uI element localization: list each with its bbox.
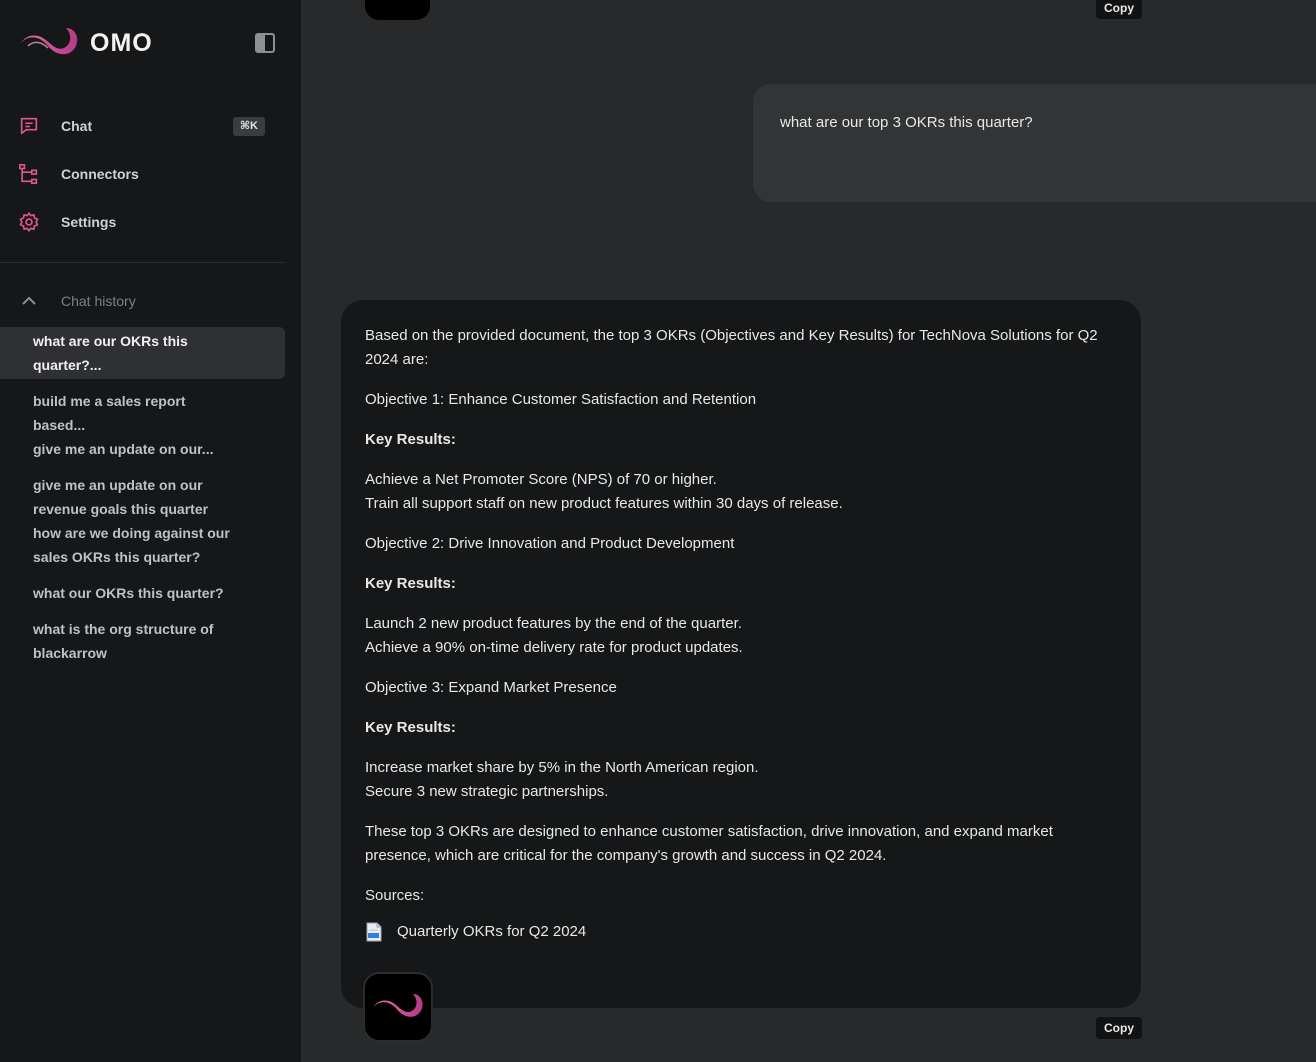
history-item[interactable]: build me a sales report based... bbox=[0, 387, 285, 439]
sidebar: OMO Chat ⌘K Connectors Settings Chat his… bbox=[0, 0, 301, 1062]
user-message-text: what are our top 3 OKRs this quarter? bbox=[780, 114, 1033, 131]
chat-area: Copy what are our top 3 OKRs this quarte… bbox=[301, 0, 1316, 1062]
key-result: Achieve a 90% on-time delivery rate for … bbox=[365, 639, 743, 656]
brand-name: OMO bbox=[90, 28, 153, 57]
assistant-avatar bbox=[365, 0, 430, 20]
gear-icon bbox=[19, 211, 39, 233]
key-results-list: Achieve a Net Promoter Score (NPS) of 70… bbox=[365, 468, 1117, 516]
source-document-title: Quarterly OKRs for Q2 2024 bbox=[397, 923, 587, 940]
assistant-avatar bbox=[363, 972, 433, 1042]
objective-1: Objective 1: Enhance Customer Satisfacti… bbox=[365, 391, 757, 408]
answer-intro: Based on the provided document, the top … bbox=[365, 327, 1098, 368]
key-result: Secure 3 new strategic partnerships. bbox=[365, 783, 609, 800]
history-item-label: give me an update on our... bbox=[33, 441, 214, 457]
key-result: Train all support staff on new product f… bbox=[365, 495, 843, 512]
key-results-list: Increase market share by 5% in the North… bbox=[365, 756, 1117, 804]
sidebar-collapse-icon[interactable] bbox=[255, 33, 275, 53]
document-icon bbox=[366, 922, 382, 942]
history-item-label: build me a sales report based... bbox=[33, 393, 186, 433]
user-message: what are our top 3 OKRs this quarter? bbox=[753, 84, 1316, 202]
history-item[interactable]: what our OKRs this quarter? bbox=[0, 579, 285, 607]
copy-button[interactable]: Copy bbox=[1096, 0, 1142, 19]
history-item[interactable]: what are our OKRs this quarter?... bbox=[0, 327, 285, 379]
history-item[interactable]: give me an update on our... bbox=[0, 435, 285, 463]
chat-history-toggle[interactable]: Chat history bbox=[20, 292, 136, 310]
history-item-label: give me an update on our revenue goals t… bbox=[33, 477, 209, 517]
nav-chat-label: Chat bbox=[61, 118, 93, 134]
history-item[interactable]: what is the org structure of blackarrow bbox=[0, 615, 285, 667]
sidebar-divider bbox=[0, 262, 285, 263]
history-item[interactable]: give me an update on our revenue goals t… bbox=[0, 471, 285, 523]
omo-logo-icon bbox=[372, 993, 423, 1017]
history-item-label: how are we doing against our sales OKRs … bbox=[33, 525, 230, 565]
objective-3: Objective 3: Expand Market Presence bbox=[365, 679, 617, 696]
key-results-heading: Key Results: bbox=[365, 431, 456, 448]
history-item[interactable]: how are we doing against our sales OKRs … bbox=[0, 519, 285, 571]
connectors-icon bbox=[19, 164, 38, 184]
assistant-message: Based on the provided document, the top … bbox=[341, 300, 1141, 1008]
chevron-up-icon bbox=[22, 296, 36, 305]
answer-conclusion: These top 3 OKRs are designed to enhance… bbox=[365, 823, 1053, 864]
nav-settings[interactable]: Settings bbox=[18, 207, 268, 237]
nav-connectors[interactable]: Connectors bbox=[18, 159, 268, 189]
objective-2: Objective 2: Drive Innovation and Produc… bbox=[365, 535, 735, 552]
chat-icon bbox=[20, 117, 38, 135]
history-item-label: what our OKRs this quarter? bbox=[33, 585, 224, 601]
copy-button[interactable]: Copy bbox=[1096, 1017, 1142, 1039]
history-item-label: what are our OKRs this quarter?... bbox=[33, 333, 188, 373]
brand[interactable]: OMO bbox=[18, 24, 153, 62]
chat-shortcut-badge: ⌘K bbox=[232, 117, 265, 136]
app-window: OMO Chat ⌘K Connectors Settings Chat his… bbox=[0, 0, 1316, 1062]
sources-label: Sources: bbox=[365, 887, 425, 904]
key-results-list: Launch 2 new product features by the end… bbox=[365, 612, 1117, 660]
nav-chat[interactable]: Chat ⌘K bbox=[18, 111, 268, 141]
key-result: Launch 2 new product features by the end… bbox=[365, 615, 742, 632]
nav-connectors-label: Connectors bbox=[61, 166, 139, 182]
key-result: Achieve a Net Promoter Score (NPS) of 70… bbox=[365, 471, 717, 488]
nav-settings-label: Settings bbox=[61, 214, 117, 230]
chat-history-title: Chat history bbox=[61, 293, 136, 309]
source-link[interactable]: Quarterly OKRs for Q2 2024 bbox=[365, 920, 1117, 944]
key-result: Increase market share by 5% in the North… bbox=[365, 759, 759, 776]
key-results-heading: Key Results: bbox=[365, 575, 456, 592]
key-results-heading: Key Results: bbox=[365, 719, 456, 736]
omo-logo-icon bbox=[20, 28, 78, 55]
history-item-label: what is the org structure of blackarrow bbox=[33, 621, 214, 661]
